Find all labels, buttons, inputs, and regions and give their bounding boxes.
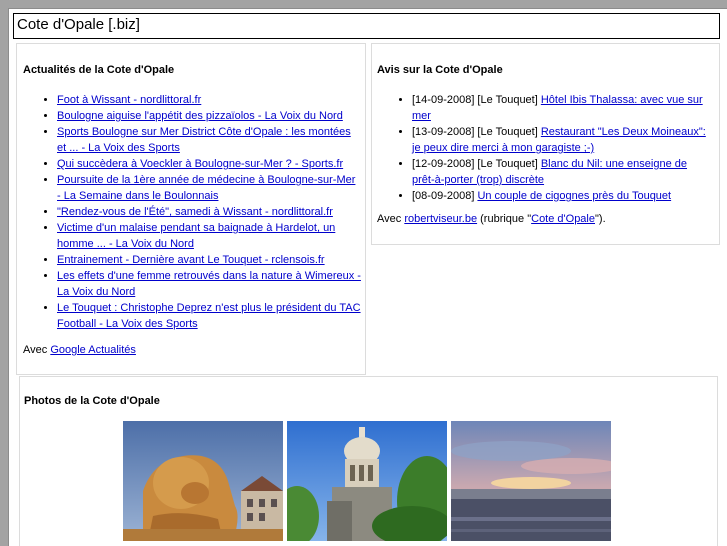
- reviews-footer-prefix: Avec: [377, 213, 405, 225]
- news-link[interactable]: Le Touquet : Christophe Deprez n'est plu…: [57, 302, 361, 330]
- reviews-heading: Avis sur la Cote d'Opale: [377, 64, 503, 76]
- photos-heading: Photos de la Cote d'Opale: [24, 395, 160, 407]
- news-link[interactable]: Entrainement - Dernière avant Le Touquet…: [57, 254, 325, 266]
- list-item: Entrainement - Dernière avant Le Touquet…: [57, 252, 362, 268]
- photo-belfry[interactable]: [287, 421, 447, 541]
- review-meta: [08-09-2008]: [412, 190, 478, 202]
- list-item: [12-09-2008] [Le Touquet] Blanc du Nil: …: [412, 156, 707, 188]
- news-link[interactable]: Boulogne aiguise l'appétit des pizzaïolo…: [57, 110, 343, 122]
- news-link[interactable]: Victime d'un malaise pendant sa baignade…: [57, 222, 335, 250]
- photo-sunset[interactable]: [451, 421, 611, 541]
- reviews-panel: Avis sur la Cote d'Opale [14-09-2008] [L…: [371, 43, 720, 245]
- news-link[interactable]: Les effets d'une femme retrouvés dans la…: [57, 270, 361, 298]
- google-news-link[interactable]: Google Actualités: [50, 344, 136, 356]
- list-item: Les effets d'une femme retrouvés dans la…: [57, 268, 362, 300]
- list-item: [14-09-2008] [Le Touquet] Hôtel Ibis Tha…: [412, 92, 707, 124]
- list-item: Poursuite de la 1ère année de médecine à…: [57, 172, 362, 204]
- belfry-dome-image: [287, 421, 447, 541]
- sunset-beach-image: [451, 421, 611, 541]
- page: Cote d'Opale [.biz] Actualités de la Cot…: [8, 8, 727, 546]
- news-link[interactable]: Foot à Wissant - nordlittoral.fr: [57, 94, 201, 106]
- review-meta: [14-09-2008] [Le Touquet]: [412, 94, 541, 106]
- list-item: Victime d'un malaise pendant sa baignade…: [57, 220, 362, 252]
- list-item: [13-09-2008] [Le Touquet] Restaurant "Le…: [412, 124, 707, 156]
- reviews-footer: Avec robertviseur.be (rubrique "Cote d'O…: [377, 213, 606, 225]
- list-item: Sports Boulogne sur Mer District Côte d'…: [57, 124, 362, 156]
- news-panel: Actualités de la Cote d'Opale Foot à Wis…: [16, 43, 366, 375]
- news-link[interactable]: Qui succèdera à Voeckler à Boulogne-sur-…: [57, 158, 343, 170]
- review-meta: [12-09-2008] [Le Touquet]: [412, 158, 541, 170]
- list-item: Qui succèdera à Voeckler à Boulogne-sur-…: [57, 156, 362, 172]
- photos-panel: Photos de la Cote d'Opale: [19, 376, 718, 546]
- reviews-footer-mid: (rubrique ": [477, 213, 532, 225]
- news-link[interactable]: "Rendez-vous de l'Été", samedi à Wissant…: [57, 206, 333, 218]
- news-link[interactable]: Sports Boulogne sur Mer District Côte d'…: [57, 126, 351, 154]
- site-title: Cote d'Opale [.biz]: [17, 16, 140, 33]
- list-item: Boulogne aiguise l'appétit des pizzaïolo…: [57, 108, 362, 124]
- news-link[interactable]: Poursuite de la 1ère année de médecine à…: [57, 174, 355, 202]
- list-item: Le Touquet : Christophe Deprez n'est plu…: [57, 300, 362, 332]
- robertviseur-link[interactable]: robertviseur.be: [404, 213, 477, 225]
- list-item: Foot à Wissant - nordlittoral.fr: [57, 92, 362, 108]
- reviews-footer-end: ").: [595, 213, 606, 225]
- news-footer-prefix: Avec: [23, 344, 51, 356]
- news-footer: Avec Google Actualités: [23, 344, 136, 356]
- sand-lion-image: [123, 421, 283, 541]
- review-link[interactable]: Un couple de cigognes près du Touquet: [477, 190, 671, 202]
- list-item: "Rendez-vous de l'Été", samedi à Wissant…: [57, 204, 362, 220]
- news-list: Foot à Wissant - nordlittoral.fr Boulogn…: [17, 92, 362, 332]
- list-item: [08-09-2008] Un couple de cigognes près …: [412, 188, 707, 204]
- site-header: Cote d'Opale [.biz]: [13, 13, 720, 39]
- review-meta: [13-09-2008] [Le Touquet]: [412, 126, 541, 138]
- photo-sand-lion[interactable]: [123, 421, 283, 541]
- reviews-list: [14-09-2008] [Le Touquet] Hôtel Ibis Tha…: [372, 92, 707, 204]
- cote-opale-rubrique-link[interactable]: Cote d'Opale: [531, 213, 595, 225]
- news-heading: Actualités de la Cote d'Opale: [23, 64, 175, 76]
